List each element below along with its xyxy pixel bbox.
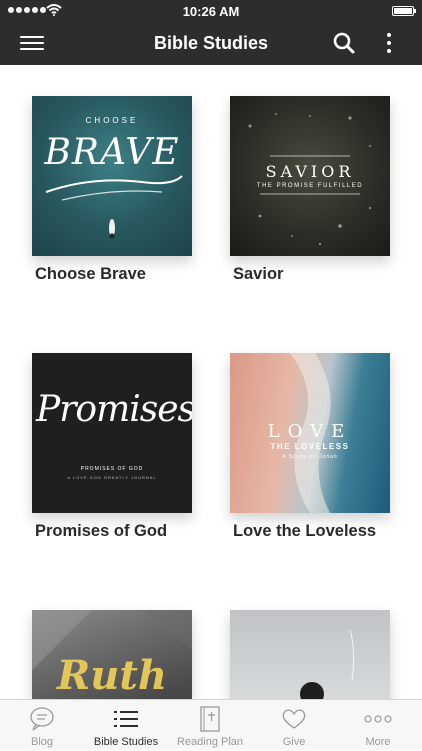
cover-text: Ruth <box>57 652 167 699</box>
cover-text: THE PROMISE FULFILLED <box>256 183 364 189</box>
search-icon[interactable] <box>333 32 355 54</box>
study-cover: CHOOSE BRAVE <box>32 96 192 256</box>
tab-label: Reading Plan <box>176 736 244 748</box>
study-title: Promises of God <box>35 522 168 540</box>
tab-blog[interactable]: Blog <box>0 700 84 751</box>
study-cover: LOVE THE LOVELESS A Study on Jonah <box>230 353 390 513</box>
study-cover: Ruth <box>32 610 192 699</box>
status-time: 10:26 AM <box>182 4 240 19</box>
study-title: Love the Loveless <box>233 522 377 540</box>
more-dots-icon <box>364 715 392 723</box>
heart-icon <box>282 709 306 729</box>
tab-more[interactable]: More <box>336 700 420 751</box>
tab-label: Blog <box>30 736 54 748</box>
study-cover: Promises PROMISES OF GOD A LOVE GOD GREA… <box>32 353 192 513</box>
hamburger-menu-icon[interactable] <box>20 34 44 52</box>
battery-icon <box>392 6 416 16</box>
bible-book-icon <box>200 706 220 732</box>
cover-swash <box>45 175 183 239</box>
status-bar: 10:26 AM <box>0 0 422 22</box>
cover-text: SAVIOR <box>265 162 355 181</box>
tab-bar: Blog Bible Studies Reading Plan Give Mor… <box>0 699 422 750</box>
more-options-icon[interactable] <box>382 31 396 55</box>
tab-bible-studies[interactable]: Bible Studies <box>84 700 168 751</box>
study-cover <box>230 610 390 699</box>
navigation-bar: Bible Studies <box>0 22 422 65</box>
tab-label: More <box>365 736 391 748</box>
cover-text: A LOVE GOD GREATLY JOURNAL <box>67 475 157 480</box>
tab-give[interactable]: Give <box>252 700 336 751</box>
studies-grid: CHOOSE BRAVE Choose Brave SAVIOR THE PRO… <box>0 65 422 699</box>
study-title: Savior <box>233 265 284 283</box>
cover-text: Promises <box>36 389 192 430</box>
tab-label: Give <box>282 736 306 748</box>
list-icon <box>114 711 138 727</box>
cover-text: THE LOVELESS <box>270 442 350 451</box>
cover-text: LOVE <box>267 421 353 442</box>
cover-figure <box>300 629 355 699</box>
cover-text: PROMISES OF GOD <box>80 466 144 472</box>
page-title: Bible Studies <box>153 33 269 53</box>
tab-reading-plan[interactable]: Reading Plan <box>168 700 252 751</box>
chat-bubble-icon <box>30 707 54 731</box>
tab-label: Bible Studies <box>93 736 159 748</box>
study-cover: SAVIOR THE PROMISE FULFILLED <box>230 96 390 256</box>
study-title: Choose Brave <box>35 265 146 283</box>
cover-text: A Study on Jonah <box>282 454 338 460</box>
